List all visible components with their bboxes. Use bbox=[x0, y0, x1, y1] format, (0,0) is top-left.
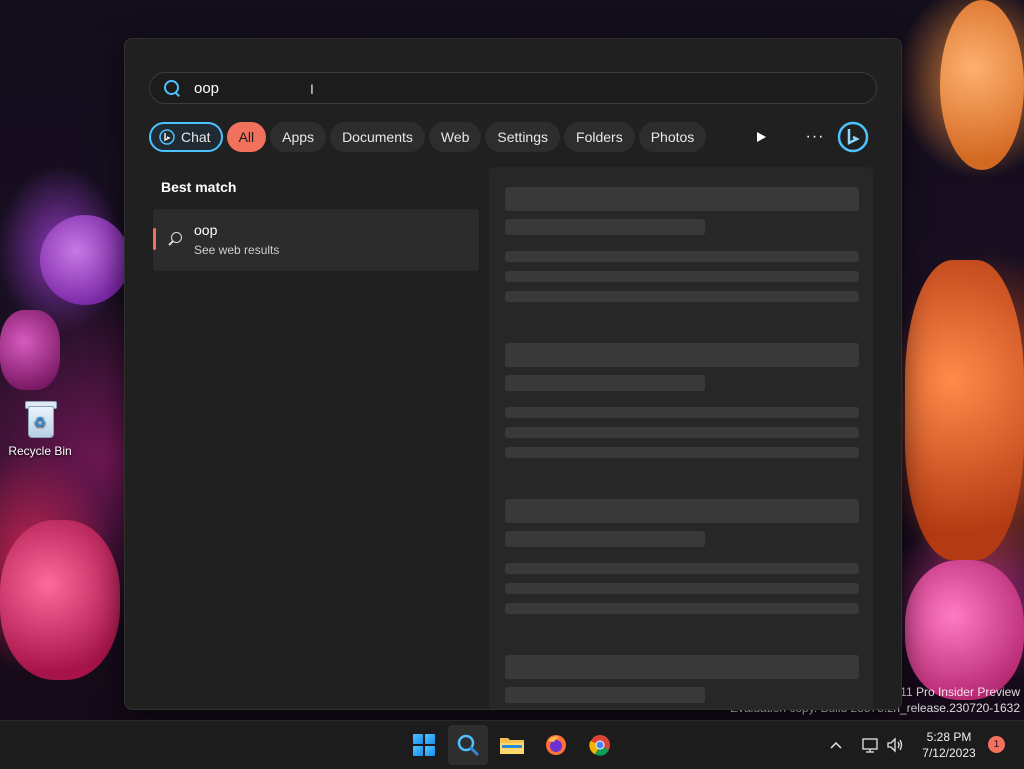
filter-label: Folders bbox=[576, 129, 623, 145]
more-filters-arrow-button[interactable] bbox=[745, 121, 777, 153]
best-match-heading: Best match bbox=[161, 179, 237, 195]
filter-label: Chat bbox=[181, 129, 211, 145]
filter-label: Web bbox=[440, 129, 470, 145]
filter-label: Settings bbox=[497, 129, 549, 145]
speaker-icon bbox=[887, 737, 903, 753]
network-icon bbox=[862, 738, 878, 753]
clock-time: 5:28 PM bbox=[926, 730, 972, 744]
wallpaper-shape bbox=[905, 260, 1024, 560]
filter-bar: Chat All Apps Documents Web Settings Fol… bbox=[149, 121, 710, 153]
skeleton-placeholder bbox=[505, 655, 859, 679]
filter-photos[interactable]: Photos bbox=[638, 122, 707, 152]
wallpaper-shape bbox=[0, 520, 120, 680]
volume-button[interactable] bbox=[886, 721, 904, 769]
clock-button[interactable]: 5:28 PM 7/12/2023 bbox=[914, 729, 984, 761]
bing-icon bbox=[159, 129, 175, 145]
chevron-up-icon bbox=[830, 741, 842, 749]
start-button[interactable] bbox=[404, 725, 444, 765]
text-cursor-icon: I bbox=[310, 81, 314, 97]
notification-badge[interactable]: 1 bbox=[988, 736, 1005, 753]
skeleton-placeholder bbox=[505, 407, 859, 418]
recycle-bin-icon: ♻ bbox=[23, 398, 57, 438]
skeleton-placeholder bbox=[505, 375, 705, 391]
search-input[interactable] bbox=[192, 78, 796, 98]
skeleton-placeholder bbox=[505, 563, 859, 574]
filter-folders[interactable]: Folders bbox=[564, 122, 635, 152]
skeleton-placeholder bbox=[505, 219, 705, 235]
best-match-result[interactable]: oop See web results bbox=[153, 209, 479, 271]
wallpaper-shape bbox=[905, 560, 1024, 700]
skeleton-placeholder bbox=[505, 343, 859, 367]
filter-label: Documents bbox=[342, 129, 413, 145]
result-subtitle: See web results bbox=[194, 243, 280, 257]
search-icon bbox=[163, 79, 181, 97]
filter-settings[interactable]: Settings bbox=[485, 122, 561, 152]
skeleton-placeholder bbox=[505, 271, 859, 282]
skeleton-placeholder bbox=[505, 447, 859, 458]
filter-chat[interactable]: Chat bbox=[149, 122, 223, 152]
filter-web[interactable]: Web bbox=[428, 122, 482, 152]
skeleton-placeholder bbox=[505, 251, 859, 262]
wallpaper-shape bbox=[0, 310, 60, 390]
recycle-bin-shortcut[interactable]: ♻ Recycle Bin bbox=[4, 398, 76, 458]
show-hidden-icons-button[interactable] bbox=[830, 721, 842, 769]
search-box[interactable]: I bbox=[149, 72, 877, 104]
wallpaper-shape bbox=[40, 215, 130, 305]
play-arrow-icon bbox=[757, 132, 766, 142]
skeleton-placeholder bbox=[505, 427, 859, 438]
search-panel: I Chat All Apps Documents Web Settings F… bbox=[124, 38, 902, 710]
skeleton-placeholder bbox=[505, 187, 859, 211]
filter-documents[interactable]: Documents bbox=[330, 122, 425, 152]
file-explorer-button[interactable] bbox=[492, 725, 532, 765]
bing-icon bbox=[837, 121, 869, 153]
skeleton-placeholder bbox=[505, 499, 859, 523]
ellipsis-icon: ··· bbox=[805, 128, 825, 145]
skeleton-placeholder bbox=[505, 583, 859, 594]
taskbar: 5:28 PM 7/12/2023 1 bbox=[0, 720, 1024, 769]
firefox-button[interactable] bbox=[536, 725, 576, 765]
skeleton-placeholder bbox=[505, 291, 859, 302]
filter-all[interactable]: All bbox=[226, 122, 267, 152]
filter-label: All bbox=[238, 129, 255, 145]
clock-date: 7/12/2023 bbox=[922, 746, 976, 760]
filter-label: Apps bbox=[282, 129, 315, 145]
more-options-button[interactable]: ··· bbox=[799, 121, 831, 153]
firefox-icon bbox=[546, 735, 566, 755]
result-title: oop bbox=[194, 222, 218, 238]
recycle-bin-label: Recycle Bin bbox=[8, 444, 72, 458]
search-icon bbox=[457, 734, 479, 756]
chrome-button[interactable] bbox=[580, 725, 620, 765]
preview-pane-loading bbox=[489, 167, 873, 709]
taskbar-search-button[interactable] bbox=[448, 725, 488, 765]
chrome-icon bbox=[589, 735, 610, 756]
filter-label: Photos bbox=[650, 129, 695, 145]
windows-logo-icon bbox=[413, 734, 435, 756]
skeleton-placeholder bbox=[505, 603, 859, 614]
wallpaper-shape bbox=[940, 0, 1024, 170]
skeleton-placeholder bbox=[505, 531, 705, 547]
bing-chat-button[interactable] bbox=[837, 121, 869, 153]
filter-apps[interactable]: Apps bbox=[270, 122, 327, 152]
web-search-icon bbox=[167, 231, 183, 247]
folder-icon bbox=[500, 738, 524, 754]
skeleton-placeholder bbox=[505, 687, 705, 703]
network-button[interactable] bbox=[862, 721, 880, 769]
selection-indicator bbox=[153, 228, 156, 250]
